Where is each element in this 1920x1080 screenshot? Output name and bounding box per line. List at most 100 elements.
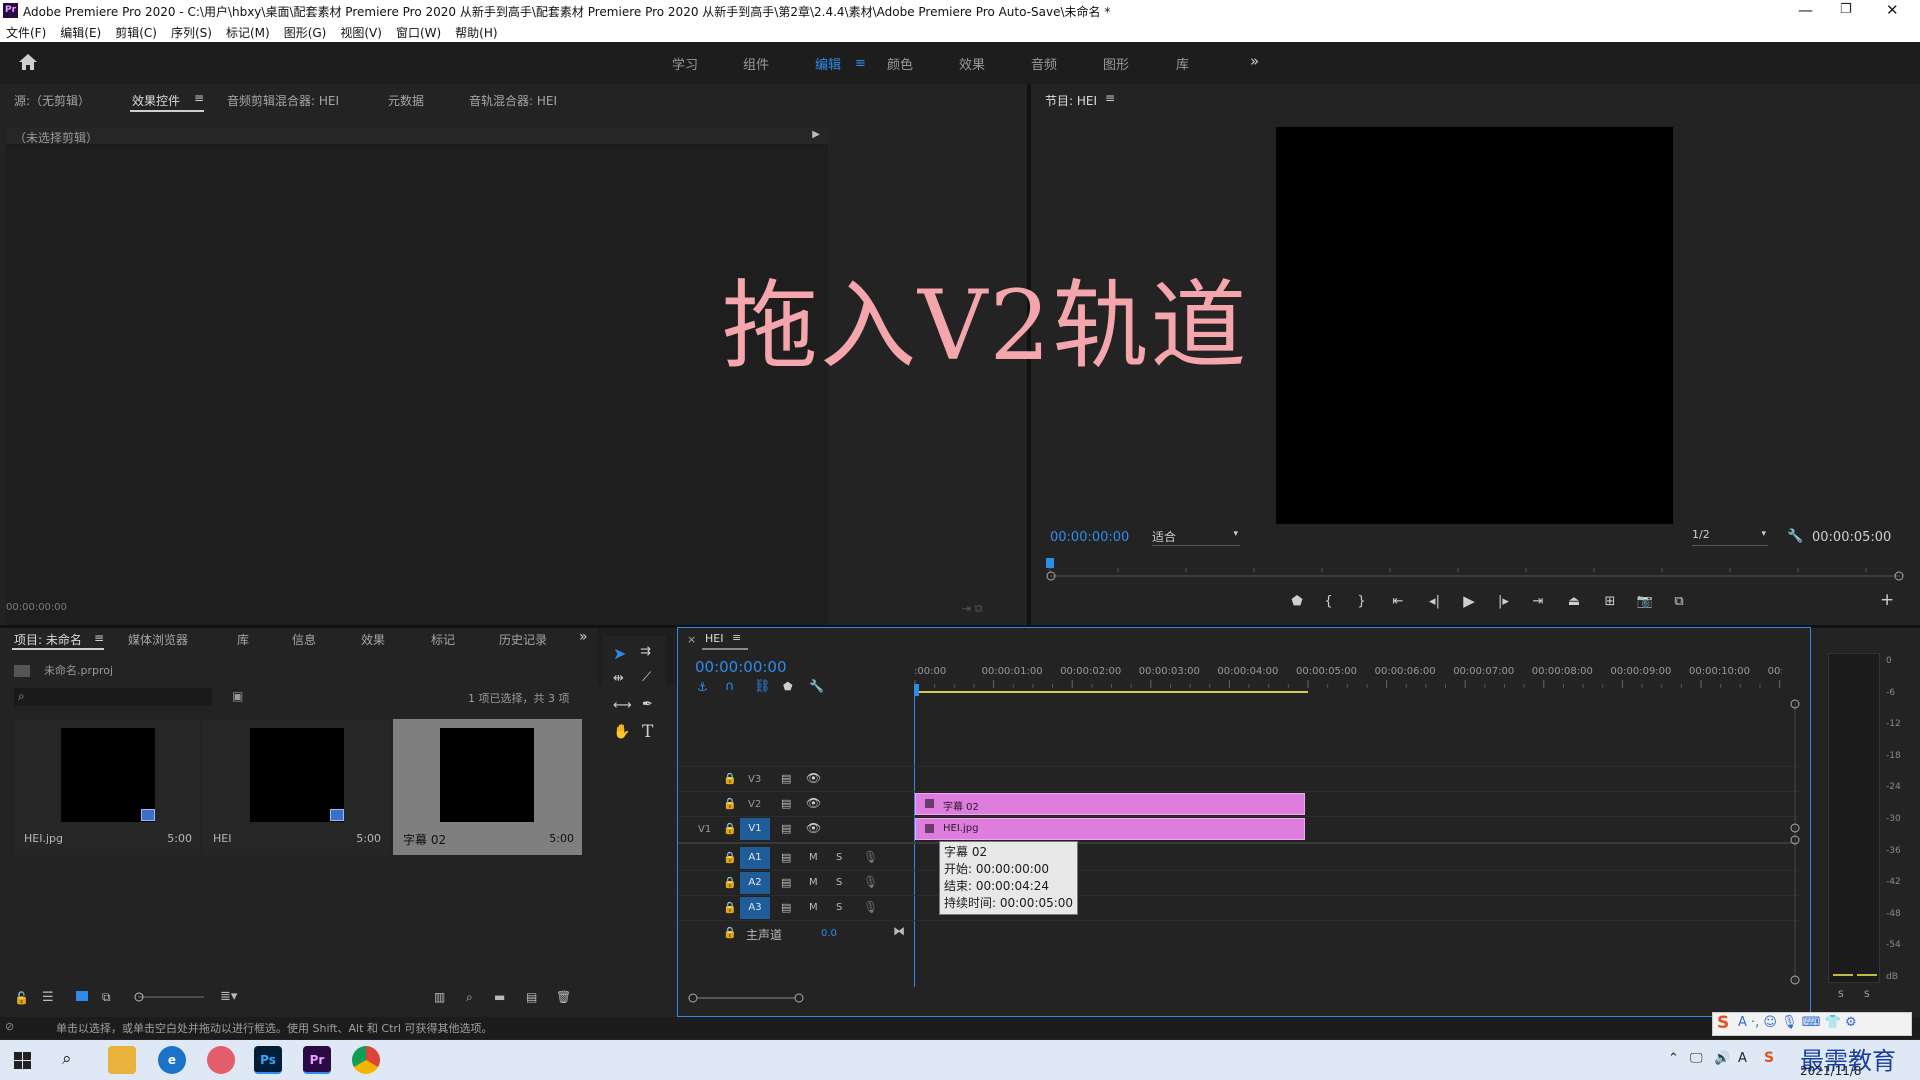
fit-select[interactable]: 适合 ▾ bbox=[1152, 528, 1240, 546]
add-marker-icon[interactable]: ⬟ bbox=[1282, 594, 1312, 609]
timeline-playhead-timecode[interactable]: 00:00:00:00 bbox=[695, 658, 787, 676]
tab-audio-clip-mixer[interactable]: 音频剪辑混合器: HEI bbox=[227, 92, 339, 109]
project-item-title-02[interactable]: 字幕 02 5:00 bbox=[393, 719, 582, 855]
close-sequence-icon[interactable]: × bbox=[687, 633, 696, 646]
new-search-bin-icon[interactable]: ▣ bbox=[232, 689, 243, 703]
panel-menu-icon[interactable]: ≡ bbox=[194, 91, 204, 105]
menu-edit[interactable]: 编辑(E) bbox=[60, 24, 101, 41]
project-search-input[interactable]: ⌕ bbox=[14, 688, 212, 706]
tab-markers[interactable]: 标记 bbox=[431, 631, 455, 648]
razor-tool-icon[interactable]: ⟋ bbox=[642, 670, 651, 685]
menu-view[interactable]: 视图(V) bbox=[340, 24, 382, 41]
workspace-menu-icon[interactable]: ≡ bbox=[855, 56, 866, 71]
workspace-assembly[interactable]: 组件 bbox=[743, 54, 769, 73]
solo-button[interactable]: S bbox=[836, 902, 842, 913]
file-explorer-icon[interactable] bbox=[108, 1046, 136, 1074]
master-volume[interactable]: 0.0 bbox=[821, 928, 837, 939]
tab-audio-track-mixer[interactable]: 音轨混合器: HEI bbox=[469, 92, 557, 109]
menu-file[interactable]: 文件(F) bbox=[6, 24, 46, 41]
expand-arrow-icon[interactable]: ▶ bbox=[812, 129, 820, 140]
timeline-ruler[interactable]: :00:00 00:00:01:00 00:00:02:00 00:00:03:00 0… bbox=[914, 660, 1782, 700]
trash-icon[interactable]: 🗑 bbox=[556, 990, 571, 1004]
go-to-in-icon[interactable]: ⇤ bbox=[1378, 594, 1418, 609]
workspace-libraries[interactable]: 库 bbox=[1176, 54, 1189, 73]
track-label-v3[interactable]: V3 bbox=[748, 774, 761, 785]
microphone-icon[interactable]: 🎙 bbox=[863, 900, 878, 914]
tab-effects[interactable]: 效果 bbox=[361, 631, 385, 648]
mute-button[interactable]: M bbox=[809, 877, 818, 888]
tray-chevron-icon[interactable]: ⌃ bbox=[1668, 1051, 1679, 1066]
new-bin-icon[interactable]: ▬ bbox=[494, 990, 505, 1004]
maximize-button[interactable]: ❐ bbox=[1840, 2, 1852, 17]
windows-start-icon[interactable] bbox=[14, 1052, 31, 1069]
resolution-select[interactable]: 1/2 ▾ bbox=[1692, 528, 1768, 546]
wrench-icon[interactable]: 🔧 bbox=[1787, 529, 1803, 544]
lock-icon[interactable]: 🔒 bbox=[723, 797, 737, 810]
nest-toggle-icon[interactable]: ⚓ bbox=[697, 680, 708, 694]
source-patch-v1[interactable]: V1 bbox=[698, 824, 711, 835]
lift-icon[interactable]: ⏏ bbox=[1556, 594, 1592, 609]
menu-markers[interactable]: 标记(M) bbox=[226, 24, 270, 41]
tab-source[interactable]: 源:（无剪辑） bbox=[14, 92, 90, 109]
hand-tool-icon[interactable]: ✋ bbox=[613, 724, 630, 740]
clip-hei-jpg[interactable]: HEI.jpg bbox=[915, 818, 1305, 840]
panel-menu-icon[interactable]: ≡ bbox=[94, 631, 104, 645]
tab-media-browser[interactable]: 媒体浏览器 bbox=[128, 631, 188, 648]
menu-sequence[interactable]: 序列(S) bbox=[171, 24, 212, 41]
program-playhead[interactable] bbox=[1046, 558, 1054, 568]
sync-lock-icon[interactable]: ▤ bbox=[781, 851, 791, 864]
tab-project[interactable]: 项目: 未命名 bbox=[14, 631, 82, 648]
chrome-icon[interactable] bbox=[352, 1046, 380, 1074]
sync-lock-icon[interactable]: ▤ bbox=[781, 901, 791, 914]
panel-menu-icon[interactable]: ≡ bbox=[732, 631, 741, 644]
program-time-ruler[interactable] bbox=[1040, 556, 1910, 586]
step-back-icon[interactable]: ◂| bbox=[1418, 594, 1451, 609]
track-target-a3[interactable]: A3 bbox=[740, 897, 770, 919]
home-icon[interactable] bbox=[18, 53, 38, 71]
track-target-a1[interactable]: A1 bbox=[740, 847, 770, 869]
lock-icon[interactable]: 🔒 bbox=[723, 926, 737, 939]
workspace-more-icon[interactable]: » bbox=[1250, 52, 1259, 70]
timeline-settings-icon[interactable]: 🔧 bbox=[809, 679, 824, 693]
tab-libraries[interactable]: 库 bbox=[237, 631, 249, 648]
lock-icon[interactable]: 🔒 bbox=[723, 876, 737, 889]
track-label-v2[interactable]: V2 bbox=[748, 799, 761, 810]
sync-lock-icon[interactable]: ▤ bbox=[781, 797, 791, 810]
list-view-icon[interactable]: ☰ bbox=[42, 990, 54, 1005]
menu-help[interactable]: 帮助(H) bbox=[455, 24, 497, 41]
tab-history[interactable]: 历史记录 bbox=[499, 631, 547, 648]
menu-clip[interactable]: 剪辑(C) bbox=[115, 24, 157, 41]
vertical-scrollbar[interactable] bbox=[1788, 698, 1802, 988]
mute-button[interactable]: M bbox=[809, 902, 818, 913]
type-tool-icon[interactable]: T bbox=[642, 722, 653, 742]
export-frame-icon[interactable]: 📷 bbox=[1628, 594, 1662, 609]
linked-selection-icon[interactable]: ⛓ bbox=[754, 679, 771, 694]
sync-lock-icon[interactable]: ▤ bbox=[781, 876, 791, 889]
eye-icon[interactable]: 👁 bbox=[806, 821, 821, 835]
tab-metadata[interactable]: 元数据 bbox=[388, 92, 424, 109]
tab-info[interactable]: 信息 bbox=[292, 631, 316, 648]
play-icon[interactable]: ▶ bbox=[1451, 592, 1487, 610]
step-forward-icon[interactable]: |▸ bbox=[1487, 594, 1520, 609]
sogou-icon[interactable]: S bbox=[1764, 1050, 1774, 1066]
lock-icon[interactable]: 🔒 bbox=[723, 822, 737, 835]
workspace-graphics[interactable]: 图形 bbox=[1103, 54, 1129, 73]
workspace-color[interactable]: 颜色 bbox=[887, 54, 913, 73]
find-icon[interactable]: ⌕ bbox=[466, 990, 473, 1005]
menu-window[interactable]: 窗口(W) bbox=[396, 24, 441, 41]
track-select-tool-icon[interactable]: ⇉ bbox=[640, 644, 651, 659]
minimize-button[interactable]: — bbox=[1798, 1, 1813, 19]
snap-icon[interactable]: ∩ bbox=[725, 679, 735, 694]
close-button[interactable]: ✕ bbox=[1886, 1, 1899, 19]
project-item-hei-jpg[interactable]: HEI.jpg 5:00 bbox=[14, 719, 200, 855]
panel-menu-icon[interactable]: ≡ bbox=[1105, 91, 1115, 105]
mark-in-icon[interactable]: { bbox=[1312, 594, 1345, 609]
new-item-icon[interactable]: ▤ bbox=[526, 990, 537, 1004]
edge-browser-icon[interactable]: e bbox=[158, 1046, 186, 1074]
eye-icon[interactable]: 👁 bbox=[806, 796, 821, 810]
photoshop-icon[interactable]: Ps bbox=[254, 1046, 282, 1074]
extract-icon[interactable]: ⊞ bbox=[1592, 594, 1628, 609]
search-icon[interactable]: ⌕ bbox=[62, 1049, 72, 1069]
add-button-icon[interactable]: + bbox=[1880, 590, 1894, 610]
ime-indicator[interactable]: A bbox=[1738, 1051, 1747, 1066]
